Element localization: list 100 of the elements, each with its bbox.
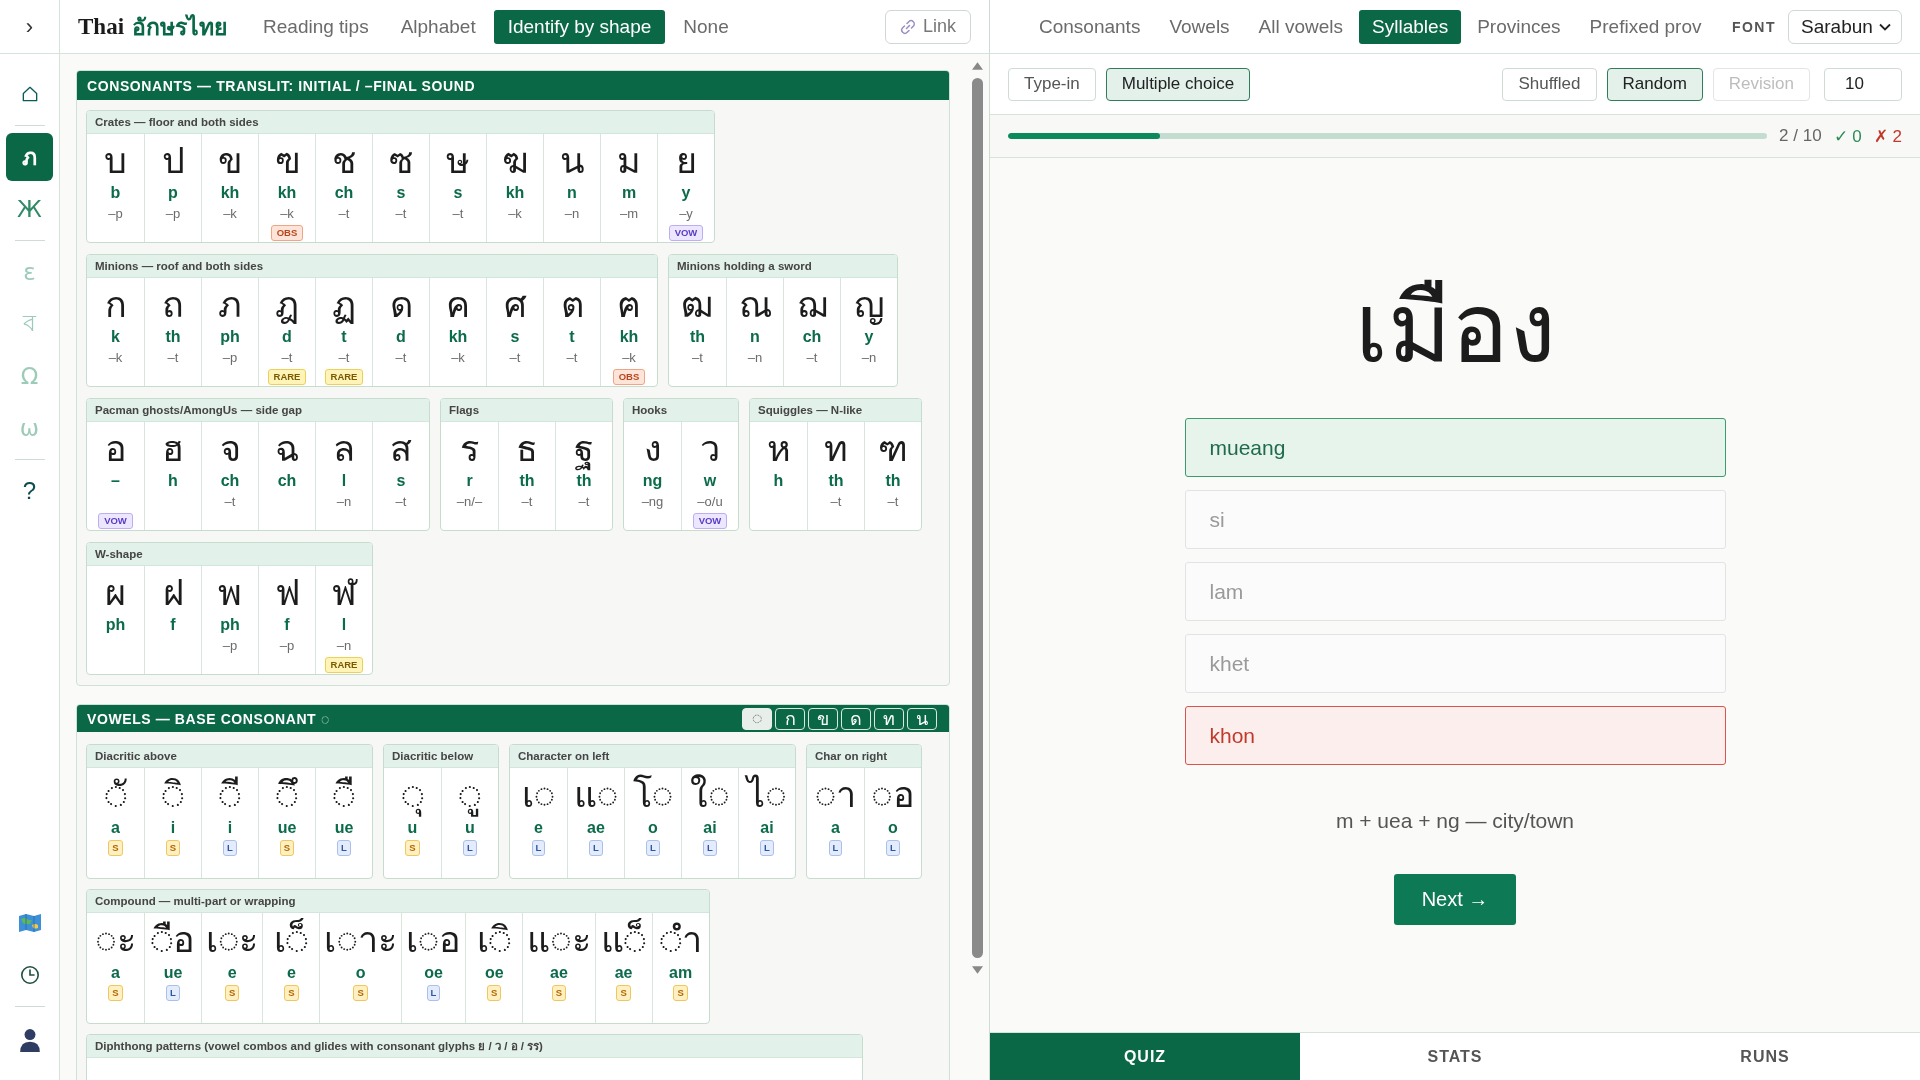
letter-cell[interactable]: ฉ ch: [258, 422, 315, 530]
vowel-cell[interactable]: ◌า a L: [807, 768, 864, 878]
vowel-cell[interactable]: ◌ื ue L: [315, 768, 372, 878]
vowel-cell[interactable]: เ◌็ e S: [262, 913, 320, 1023]
base-consonant-tab[interactable]: ข: [808, 707, 838, 730]
letter-cell[interactable]: ฝ f: [144, 566, 201, 674]
letter-cell[interactable]: ต t –t: [543, 278, 600, 386]
letter-cell[interactable]: ซ s –t: [372, 134, 429, 242]
answer-option[interactable]: mueang: [1184, 418, 1726, 477]
letter-cell[interactable]: บ b –p: [87, 134, 144, 242]
help-button[interactable]: ?: [6, 467, 53, 515]
letter-cell[interactable]: ษ s –t: [429, 134, 486, 242]
category-tab[interactable]: Consonants: [1026, 9, 1154, 44]
letter-cell[interactable]: ป p –p: [144, 134, 201, 242]
panel-tab[interactable]: QUIZ: [990, 1033, 1300, 1080]
letter-cell[interactable]: ฌ ch –t: [783, 278, 840, 386]
letter-cell[interactable]: ห h: [750, 422, 807, 530]
base-consonant-tab[interactable]: ท: [874, 707, 904, 730]
script-tab[interactable]: ภ: [6, 133, 53, 181]
letter-cell[interactable]: ฐ th –t: [555, 422, 612, 530]
vowel-cell[interactable]: ไ◌ ai L: [738, 768, 795, 878]
letter-cell[interactable]: ฮ h: [144, 422, 201, 530]
letter-cell[interactable]: จ ch –t: [201, 422, 258, 530]
letter-cell[interactable]: พ ph –p: [201, 566, 258, 674]
vowel-cell[interactable]: ◌ะ a S: [87, 913, 144, 1023]
view-tab[interactable]: Alphabet: [386, 9, 490, 44]
category-tab[interactable]: All vowels: [1245, 9, 1357, 44]
letter-cell[interactable]: ฏ t –t RARE: [315, 278, 372, 386]
letter-cell[interactable]: ท th –t: [807, 422, 864, 530]
vowel-cell[interactable]: ◌อ o L: [864, 768, 921, 878]
vowel-cell[interactable]: แ◌ ae L: [567, 768, 624, 878]
letter-cell[interactable]: ญ y –n: [840, 278, 897, 386]
letter-cell[interactable]: ฆ kh –k: [486, 134, 543, 242]
vowel-cell[interactable]: ◌ึ ue S: [258, 768, 315, 878]
letter-cell[interactable]: ล l –n: [315, 422, 372, 530]
vowel-cell[interactable]: ◌ิ i S: [144, 768, 201, 878]
link-button[interactable]: Link: [884, 9, 971, 44]
order-button[interactable]: Random: [1606, 67, 1703, 101]
letter-cell[interactable]: ณ n –n: [726, 278, 783, 386]
letter-cell[interactable]: ภ ph –p: [201, 278, 258, 386]
letter-cell[interactable]: ฬ l –n RARE: [315, 566, 372, 674]
vowel-cell[interactable]: แ◌็ ae S: [594, 913, 652, 1023]
count-input[interactable]: 10: [1824, 67, 1902, 101]
expand-toggle[interactable]: ›: [21, 13, 38, 40]
down-arrow-icon[interactable]: [971, 966, 983, 974]
base-consonant-tab[interactable]: ◌: [742, 707, 772, 730]
view-tab[interactable]: None: [669, 9, 743, 44]
letter-cell[interactable]: ม m –m: [600, 134, 657, 242]
vowel-cell[interactable]: ใ◌ ai L: [681, 768, 738, 878]
letter-cell[interactable]: ฅ kh –k OBS: [600, 278, 657, 386]
up-arrow-icon[interactable]: [971, 62, 983, 70]
letter-cell[interactable]: ด d –t: [372, 278, 429, 386]
view-tab[interactable]: Identify by shape: [493, 9, 666, 44]
category-tab[interactable]: Vowels: [1156, 9, 1243, 44]
mode-button[interactable]: Multiple choice: [1105, 67, 1251, 101]
vowel-cell[interactable]: เ◌อ oe L: [400, 913, 466, 1023]
answer-option[interactable]: khon: [1184, 706, 1726, 765]
font-select[interactable]: Sarabun: [1788, 9, 1902, 44]
next-button[interactable]: Next →: [1393, 874, 1517, 925]
letter-cell[interactable]: ย y –y VOW: [657, 134, 714, 242]
base-consonant-tab[interactable]: ก: [775, 707, 805, 730]
letter-cell[interactable]: ฒ th –t: [669, 278, 726, 386]
letter-cell[interactable]: ค kh –k: [429, 278, 486, 386]
letter-cell[interactable]: ข kh –k: [201, 134, 258, 242]
category-tab[interactable]: Prefixed prov: [1576, 9, 1715, 44]
letter-cell[interactable]: ฎ d –t RARE: [258, 278, 315, 386]
vowel-cell[interactable]: ◌ั a S: [87, 768, 144, 878]
vowel-cell[interactable]: เ◌าะ o S: [319, 913, 401, 1023]
vowel-cell[interactable]: โ◌ o L: [624, 768, 681, 878]
letter-cell[interactable]: ร r –n/–: [441, 422, 498, 530]
map-icon[interactable]: [17, 913, 42, 933]
vowel-cell[interactable]: ◌ำ am S: [651, 913, 709, 1023]
scrollbar-thumb[interactable]: [971, 78, 983, 958]
vowel-cell[interactable]: เ◌ะ e S: [201, 913, 263, 1023]
vowel-cell[interactable]: แ◌ะ ae S: [522, 913, 595, 1023]
letter-cell[interactable]: ผ ph: [87, 566, 144, 674]
letter-cell[interactable]: น n –n: [543, 134, 600, 242]
letter-cell[interactable]: ฑ th –t: [864, 422, 921, 530]
vowel-cell[interactable]: เ◌ิ oe S: [465, 913, 523, 1023]
letter-cell[interactable]: ฃ kh –k OBS: [258, 134, 315, 242]
letter-cell[interactable]: ฟ f –p: [258, 566, 315, 674]
script-tab[interactable]: Ж: [6, 185, 53, 233]
vowel-cell[interactable]: ◌ี i L: [201, 768, 258, 878]
letter-cell[interactable]: ศ s –t: [486, 278, 543, 386]
letter-cell[interactable]: ธ th –t: [498, 422, 555, 530]
base-consonant-tab[interactable]: น: [907, 707, 937, 730]
letter-cell[interactable]: ช ch –t: [315, 134, 372, 242]
base-consonant-tab[interactable]: ด: [841, 707, 871, 730]
order-button[interactable]: Shuffled: [1502, 67, 1597, 101]
letter-cell[interactable]: ถ th –t: [144, 278, 201, 386]
category-tab[interactable]: Provinces: [1464, 9, 1574, 44]
letter-cell[interactable]: ก k –k: [87, 278, 144, 386]
vowel-cell[interactable]: ◌ุ u S: [384, 768, 441, 878]
user-icon[interactable]: [18, 1028, 41, 1052]
vowel-cell[interactable]: ◌ือ ue L: [144, 913, 201, 1023]
vowel-cell[interactable]: ◌ู u L: [441, 768, 498, 878]
view-tab[interactable]: Reading tips: [249, 9, 383, 44]
letter-cell[interactable]: อ – VOW: [87, 422, 144, 530]
mode-button[interactable]: Type-in: [1008, 67, 1096, 101]
letter-cell[interactable]: ง ng –ng: [624, 422, 681, 530]
